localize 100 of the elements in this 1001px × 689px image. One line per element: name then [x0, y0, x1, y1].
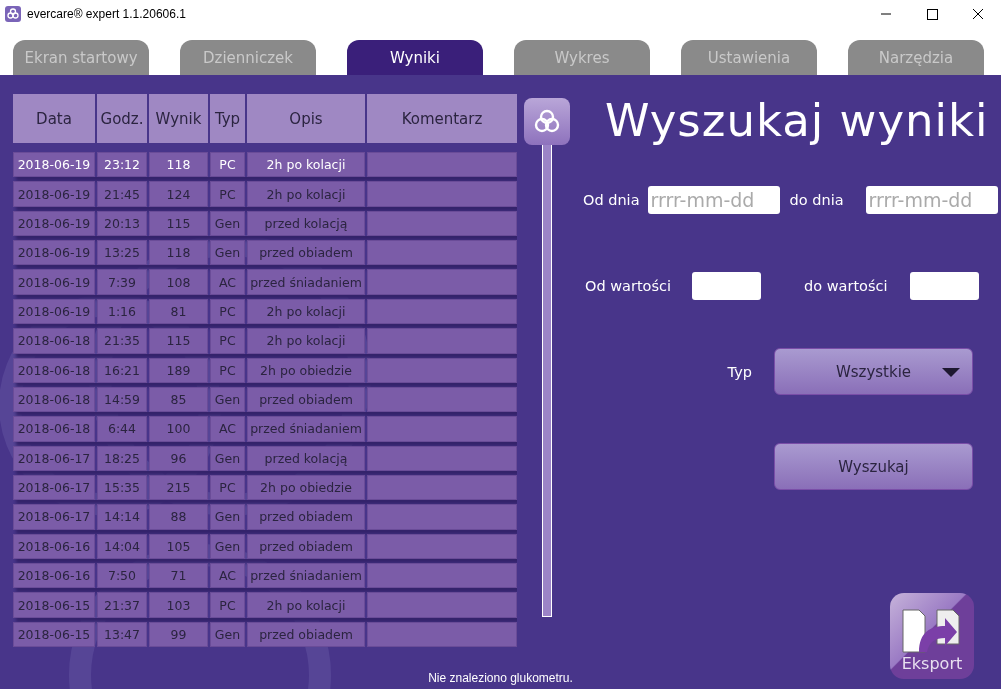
table-cell: 215 — [149, 474, 208, 501]
table-row[interactable]: 2018-06-19 21:45 124 PC 2h po kolacji — [13, 181, 517, 207]
table-row[interactable]: 2018-06-17 18:25 96 Gen przed kolacją — [13, 445, 517, 471]
table-row[interactable]: 2018-06-18 14:59 85 Gen przed obiadem — [13, 386, 517, 413]
scrollbar[interactable] — [542, 145, 552, 617]
table-cell: 189 — [149, 357, 208, 383]
table-row[interactable]: 2018-06-17 14:14 88 Gen przed obiadem — [13, 504, 517, 530]
table-cell: 2018-06-19 — [13, 298, 95, 325]
table-cell: 14:59 — [97, 386, 147, 413]
table-cell: 2018-06-15 — [13, 621, 95, 647]
table-cell: PC — [210, 357, 245, 383]
table-cell: przed obiadem — [247, 240, 365, 266]
table-cell: 14:14 — [97, 504, 147, 530]
value-field[interactable] — [909, 272, 979, 300]
tab[interactable]: Ustawienia — [681, 40, 817, 75]
field-label: do wartości — [804, 278, 888, 294]
table-cell: 2018-06-18 — [13, 416, 95, 442]
table-cell: 16:21 — [97, 357, 147, 383]
table-cell: 85 — [149, 386, 208, 413]
table-cell: 115 — [149, 328, 208, 354]
table-cell: PC — [210, 328, 245, 354]
table-cell: 21:37 — [97, 592, 147, 618]
table-cell: 2h po kolacji — [247, 152, 365, 178]
column-header[interactable]: Komentarz — [367, 94, 517, 143]
table-cell: przed obiadem — [247, 504, 365, 530]
table-cell: przed śniadaniem — [247, 269, 365, 295]
table-cell: PC — [210, 592, 245, 618]
table-cell: przed kolacją — [247, 445, 365, 471]
tab[interactable]: Ekran startowy — [13, 40, 149, 75]
table-cell: 20:13 — [97, 210, 147, 237]
column-header[interactable]: Opis — [247, 94, 365, 143]
search-button[interactable]: Wyszukaj — [774, 443, 973, 490]
table-cell: Gen — [210, 621, 245, 647]
table-cell: 2018-06-16 — [13, 563, 95, 589]
table-cell: przed kolacją — [247, 210, 365, 237]
table-cell: 23:12 — [97, 152, 147, 178]
table-cell: 6:44 — [97, 416, 147, 442]
table-cell: 71 — [149, 563, 208, 589]
table-cell: 21:45 — [97, 181, 147, 207]
table-cell: 2018-06-15 — [13, 592, 95, 618]
table-cell: przed śniadaniem — [247, 416, 365, 442]
table-cell: 2018-06-18 — [13, 357, 95, 383]
table-cell: 2018-06-19 — [13, 269, 95, 295]
table-cell: 124 — [149, 181, 208, 207]
table-cell: Gen — [210, 504, 245, 530]
table-cell: 118 — [149, 152, 208, 178]
column-header[interactable]: Godz. — [97, 94, 147, 143]
table-cell: 2h po kolacji — [247, 298, 365, 325]
tab[interactable]: Dzienniczek — [180, 40, 316, 75]
tab[interactable]: Narzędzia — [848, 40, 984, 75]
field-label: Od dnia — [583, 192, 640, 208]
table-row[interactable]: 2018-06-19 7:39 108 AC przed śniadaniem — [13, 269, 517, 295]
table-cell: Gen — [210, 533, 245, 560]
table-row[interactable]: 2018-06-19 23:12 118 PC 2h po kolacji — [13, 152, 517, 178]
table-cell: 2018-06-18 — [13, 386, 95, 413]
table-cell: PC — [210, 181, 245, 207]
table-cell: 2018-06-19 — [13, 152, 95, 178]
field-label: do dnia — [789, 192, 844, 208]
table-cell: 2018-06-19 — [13, 181, 95, 207]
app-icon — [5, 6, 21, 22]
table-cell: PC — [210, 474, 245, 501]
table-cell: przed śniadaniem — [247, 563, 365, 589]
date-field[interactable]: rrrr-mm-dd — [647, 186, 780, 214]
tab[interactable]: Wykres — [514, 40, 650, 75]
table-cell: 2h po obiedzie — [247, 474, 365, 501]
table-cell: 14:04 — [97, 533, 147, 560]
table-row[interactable]: 2018-06-19 20:13 115 Gen przed kolacją — [13, 210, 517, 237]
table-row[interactable]: 2018-06-18 6:44 100 AC przed śniadaniem — [13, 416, 517, 442]
table-cell: 2018-06-19 — [13, 210, 95, 237]
table-cell: PC — [210, 152, 245, 178]
table-row[interactable]: 2018-06-15 21:37 103 PC 2h po kolacji — [13, 592, 517, 618]
table-row[interactable]: 2018-06-19 13:25 118 Gen przed obiadem — [13, 240, 517, 266]
table-row[interactable]: 2018-06-18 21:35 115 PC 2h po kolacji — [13, 328, 517, 354]
window-title: evercare® expert 1.1.20606.1 — [27, 7, 187, 21]
date-field[interactable]: rrrr-mm-dd — [865, 186, 998, 214]
table-cell: 105 — [149, 533, 208, 560]
value-field[interactable] — [692, 272, 762, 300]
table-row[interactable]: 2018-06-18 16:21 189 PC 2h po obiedzie — [13, 357, 517, 383]
tab[interactable]: Wyniki — [347, 40, 483, 75]
table-row[interactable]: 2018-06-15 13:47 99 Gen przed obiadem — [13, 621, 517, 647]
logo-button[interactable] — [524, 98, 570, 145]
export-button[interactable]: Eksport — [890, 593, 974, 679]
column-header[interactable]: Data — [13, 94, 95, 143]
table-cell: 1:16 — [97, 298, 147, 325]
table-cell: 2018-06-17 — [13, 474, 95, 501]
table-row[interactable]: 2018-06-16 14:04 105 Gen przed obiadem — [13, 533, 517, 560]
table-row[interactable]: 2018-06-19 1:16 81 PC 2h po kolacji — [13, 298, 517, 325]
table-cell: 13:25 — [97, 240, 147, 266]
table-cell: 2h po kolacji — [247, 328, 365, 354]
table-row[interactable]: 2018-06-16 7:50 71 AC przed śniadaniem — [13, 563, 517, 589]
table-cell: 118 — [149, 240, 208, 266]
column-header[interactable]: Wynik — [149, 94, 208, 143]
table-cell: 81 — [149, 298, 208, 325]
table-row[interactable]: 2018-06-17 15:35 215 PC 2h po obiedzie — [13, 474, 517, 501]
type-dropdown[interactable]: Wszystkie — [774, 348, 973, 395]
column-header[interactable]: Typ — [210, 94, 245, 143]
table-cell: 99 — [149, 621, 208, 647]
table-cell: 2h po obiedzie — [247, 357, 365, 383]
field-label: Od wartości — [585, 278, 672, 294]
export-icon — [901, 608, 963, 654]
